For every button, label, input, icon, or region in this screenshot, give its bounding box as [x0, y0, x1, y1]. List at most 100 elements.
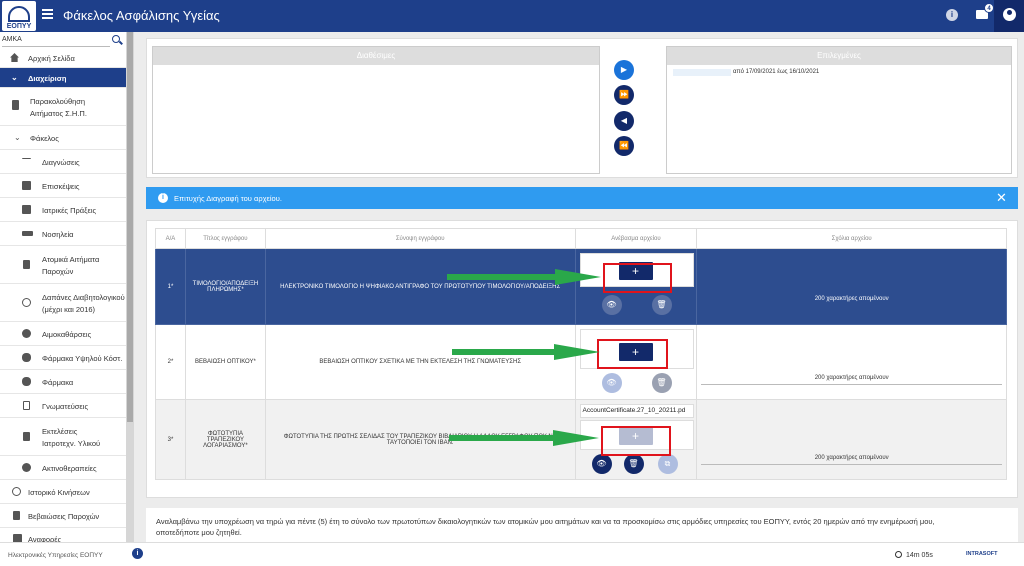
clock-icon	[895, 551, 902, 558]
row-number: 3*	[155, 399, 186, 480]
move-selected-left-button[interactable]: ◀	[614, 111, 634, 131]
green-arrow-icon	[449, 430, 601, 446]
table-row: 1* ΤΙΜΟΛΟΓΙΟ/ΑΠΟΔΕΙΞΗ ΠΛΗΡΩΜΗΣ* ΗΛΕΚΤΡΟΝΙ…	[155, 248, 1007, 325]
column-header-summary: Σύνοψη εγγράφου	[264, 228, 576, 249]
bed-icon	[22, 231, 33, 236]
sidebar-item-label: Φάρμακα Υψηλού Κόστ.	[42, 354, 123, 363]
sidebar-item-label: Βεβαιώσεις Παροχών	[28, 512, 100, 521]
delete-file-button[interactable]: 🗑	[651, 373, 672, 393]
doctor-icon	[22, 181, 31, 190]
view-file-button[interactable]: 👁	[601, 373, 622, 393]
green-arrow-icon	[452, 344, 602, 360]
info-icon[interactable]: i	[132, 548, 143, 559]
wheelchair-icon	[22, 298, 31, 307]
amka-search-label: ΑΜΚΑ	[2, 36, 22, 43]
sidebar-item-diagnoses[interactable]: Διαγνώσεις	[0, 150, 126, 174]
sidebar-item-home[interactable]: Αρχική Σελίδα	[0, 48, 126, 68]
view-file-button[interactable]: 👁	[601, 295, 622, 315]
chars-remaining: 200 χαρακτήρες απομένουν	[814, 455, 889, 461]
delete-file-button[interactable]: 🗑	[651, 295, 672, 315]
copy-file-button[interactable]: ⧉	[657, 454, 678, 474]
comments-cell[interactable]: 200 χαρακτήρες απομένουν	[696, 248, 1007, 325]
selected-list[interactable]: Επιλεγμένες από 17/09/2021 έως 16/10/202…	[666, 46, 1012, 174]
sidebar-item-high-cost-drugs[interactable]: Φάρμακα Υψηλού Κόστ.	[0, 346, 126, 370]
logo-mark-icon	[8, 6, 30, 22]
sidebar-item-label: (μέχρι και 2016)	[42, 305, 96, 314]
chart-icon	[13, 534, 22, 542]
hamburger-menu-icon[interactable]	[42, 9, 53, 19]
sidebar-item-label: Παρακολούθηση	[30, 97, 86, 106]
amka-search-input[interactable]	[2, 46, 110, 47]
search-icon[interactable]	[112, 35, 120, 43]
delete-file-button[interactable]: 🗑	[623, 454, 644, 474]
column-header-comments: Σχόλια αρχείου	[696, 228, 1007, 249]
sidebar-item-folder[interactable]: ⌄ Φάκελος	[0, 126, 126, 150]
sidebar-item-radiotherapy[interactable]: Ακτινοθεραπείες	[0, 456, 126, 480]
pills-icon	[22, 353, 31, 362]
sidebar-item-hospitalization[interactable]: Νοσηλεία	[0, 222, 126, 246]
pills-icon	[22, 377, 31, 386]
sidebar-item-medical-supplies[interactable]: Εκτελέσεις Ιατροτεχν. Υλικού	[0, 418, 126, 456]
chevron-down-icon: ⌄	[14, 133, 21, 142]
sidebar-scrollbar[interactable]	[126, 32, 134, 542]
logo-text: ΕΟΠΥΥ	[6, 23, 32, 30]
available-list[interactable]: Διαθέσιμες	[152, 46, 600, 174]
available-list-title: Διαθέσιμες	[153, 47, 599, 65]
mail-badge: 4	[984, 3, 994, 13]
sidebar-item-reports[interactable]: Αναφορές	[0, 528, 126, 542]
user-icon[interactable]	[994, 0, 1024, 32]
document-title: ΦΩΤΟΤΥΠΙΑ ΤΡΑΠΕΖΙΚΟΥ ΛΟΓΑΡΙΑΣΜΟΥ*	[184, 399, 266, 480]
selected-list-item[interactable]: από 17/09/2021 έως 16/10/2021	[673, 69, 1005, 76]
sidebar-item-label: Αιτήματος Σ.Η.Π.	[30, 109, 87, 118]
highlight-box	[601, 426, 671, 456]
kidney-icon	[22, 329, 31, 338]
move-all-right-button[interactable]: ⏩	[614, 85, 634, 105]
document-title: ΤΙΜΟΛΟΓΙΟ/ΑΠΟΔΕΙΞΗ ΠΛΗΡΩΜΗΣ*	[184, 248, 266, 325]
sidebar-item-label: Ατομικά Αιτήματα	[42, 255, 100, 264]
sidebar-item-visits[interactable]: Επισκέψεις	[0, 174, 126, 198]
sidebar-item-drugs[interactable]: Φάρμακα	[0, 370, 126, 394]
sidebar-item-dialysis[interactable]: Αιμοκαθάρσεις	[0, 322, 126, 346]
move-all-left-button[interactable]: ⏪	[614, 136, 634, 156]
sidebar-item-certificates[interactable]: Βεβαιώσεις Παροχών	[0, 504, 126, 528]
period-selector-panel: Διαθέσιμες ▶ ⏩ ◀ ⏪ Επιλεγμένες από 17/09…	[146, 38, 1018, 178]
eopyy-logo[interactable]: ΕΟΠΥΥ	[2, 1, 36, 31]
sidebar-item-diabetic-expenses[interactable]: Δαπάνες Διαβητολογικού (μέχρι και 2016)	[0, 284, 126, 322]
comments-cell[interactable]: 200 χαρακτήρες απομένουν	[696, 324, 1007, 400]
chars-remaining: 200 χαρακτήρες απομένουν	[814, 296, 889, 302]
sidebar-item-referrals[interactable]: Γνωματεύσεις	[0, 394, 126, 418]
sidebar-item-history[interactable]: Ιστορικό Κινήσεων	[0, 480, 126, 504]
comments-cell[interactable]: 200 χαρακτήρες απομένουν	[696, 399, 1007, 480]
sidebar-item-individual-requests[interactable]: Ατομικά Αιτήματα Παροχών	[0, 246, 126, 284]
declaration-notice: Αναλαμβάνω την υποχρέωση να τηρώ για πέν…	[146, 508, 1018, 542]
highlight-box	[597, 339, 668, 369]
sidebar-item-label: Ιατροτεχν. Υλικού	[42, 439, 101, 448]
sidebar-item-label: Παροχών	[42, 267, 74, 276]
sidebar-item-label: Εκτελέσεις	[42, 427, 78, 436]
row-number: 1*	[155, 248, 186, 325]
pulse-icon	[22, 158, 31, 164]
info-icon[interactable]: i	[946, 9, 958, 21]
clipboard-icon	[23, 401, 30, 410]
footer-text: Ηλεκτρονικές Υπηρεσίες ΕΟΠΥΥ	[8, 552, 103, 559]
sidebar-item-label: Αρχική Σελίδα	[28, 54, 75, 63]
sidebar-scrollbar-thumb[interactable]	[127, 32, 133, 422]
sidebar-item-request-tracking[interactable]: Παρακολούθηση Αιτήματος Σ.Η.Π.	[0, 88, 126, 126]
document-title: ΒΕΒΑΙΩΣΗ ΟΠΤΙΚΟΥ*	[184, 324, 266, 400]
table-row: 2* ΒΕΒΑΙΩΣΗ ΟΠΤΙΚΟΥ* ΒΕΒΑΙΩΣΗ ΟΠΤΙΚΟΥ ΣΧ…	[155, 324, 1007, 400]
move-selected-right-button[interactable]: ▶	[614, 60, 634, 80]
footer: Ηλεκτρονικές Υπηρεσίες ΕΟΠΥΥ i 14m 05s I…	[0, 542, 1024, 566]
view-file-button[interactable]: 👁	[591, 454, 612, 474]
column-header-number: Α/Α	[155, 228, 186, 249]
sidebar-item-medical-acts[interactable]: Ιατρικές Πράξεις	[0, 198, 126, 222]
green-arrow-icon	[447, 269, 603, 285]
sidebar-item-label: Αιμοκαθάρσεις	[42, 330, 92, 339]
close-icon[interactable]: ✕	[996, 190, 1007, 206]
app-title: Φάκελος Ασφάλισης Υγείας	[63, 8, 220, 23]
intrasoft-logo: INTRASOFT	[966, 551, 998, 557]
sidebar-item-management[interactable]: ⌄ Διαχείριση	[0, 68, 126, 88]
sidebar-item-label: Φάρμακα	[42, 378, 74, 387]
documents-table-panel: Α/Α Τίτλος εγγράφου Σύνοψη εγγράφου Ανέβ…	[146, 220, 1018, 498]
chevron-down-icon: ⌄	[11, 73, 18, 82]
column-header-upload: Ανέβασμα αρχείου	[574, 228, 698, 249]
